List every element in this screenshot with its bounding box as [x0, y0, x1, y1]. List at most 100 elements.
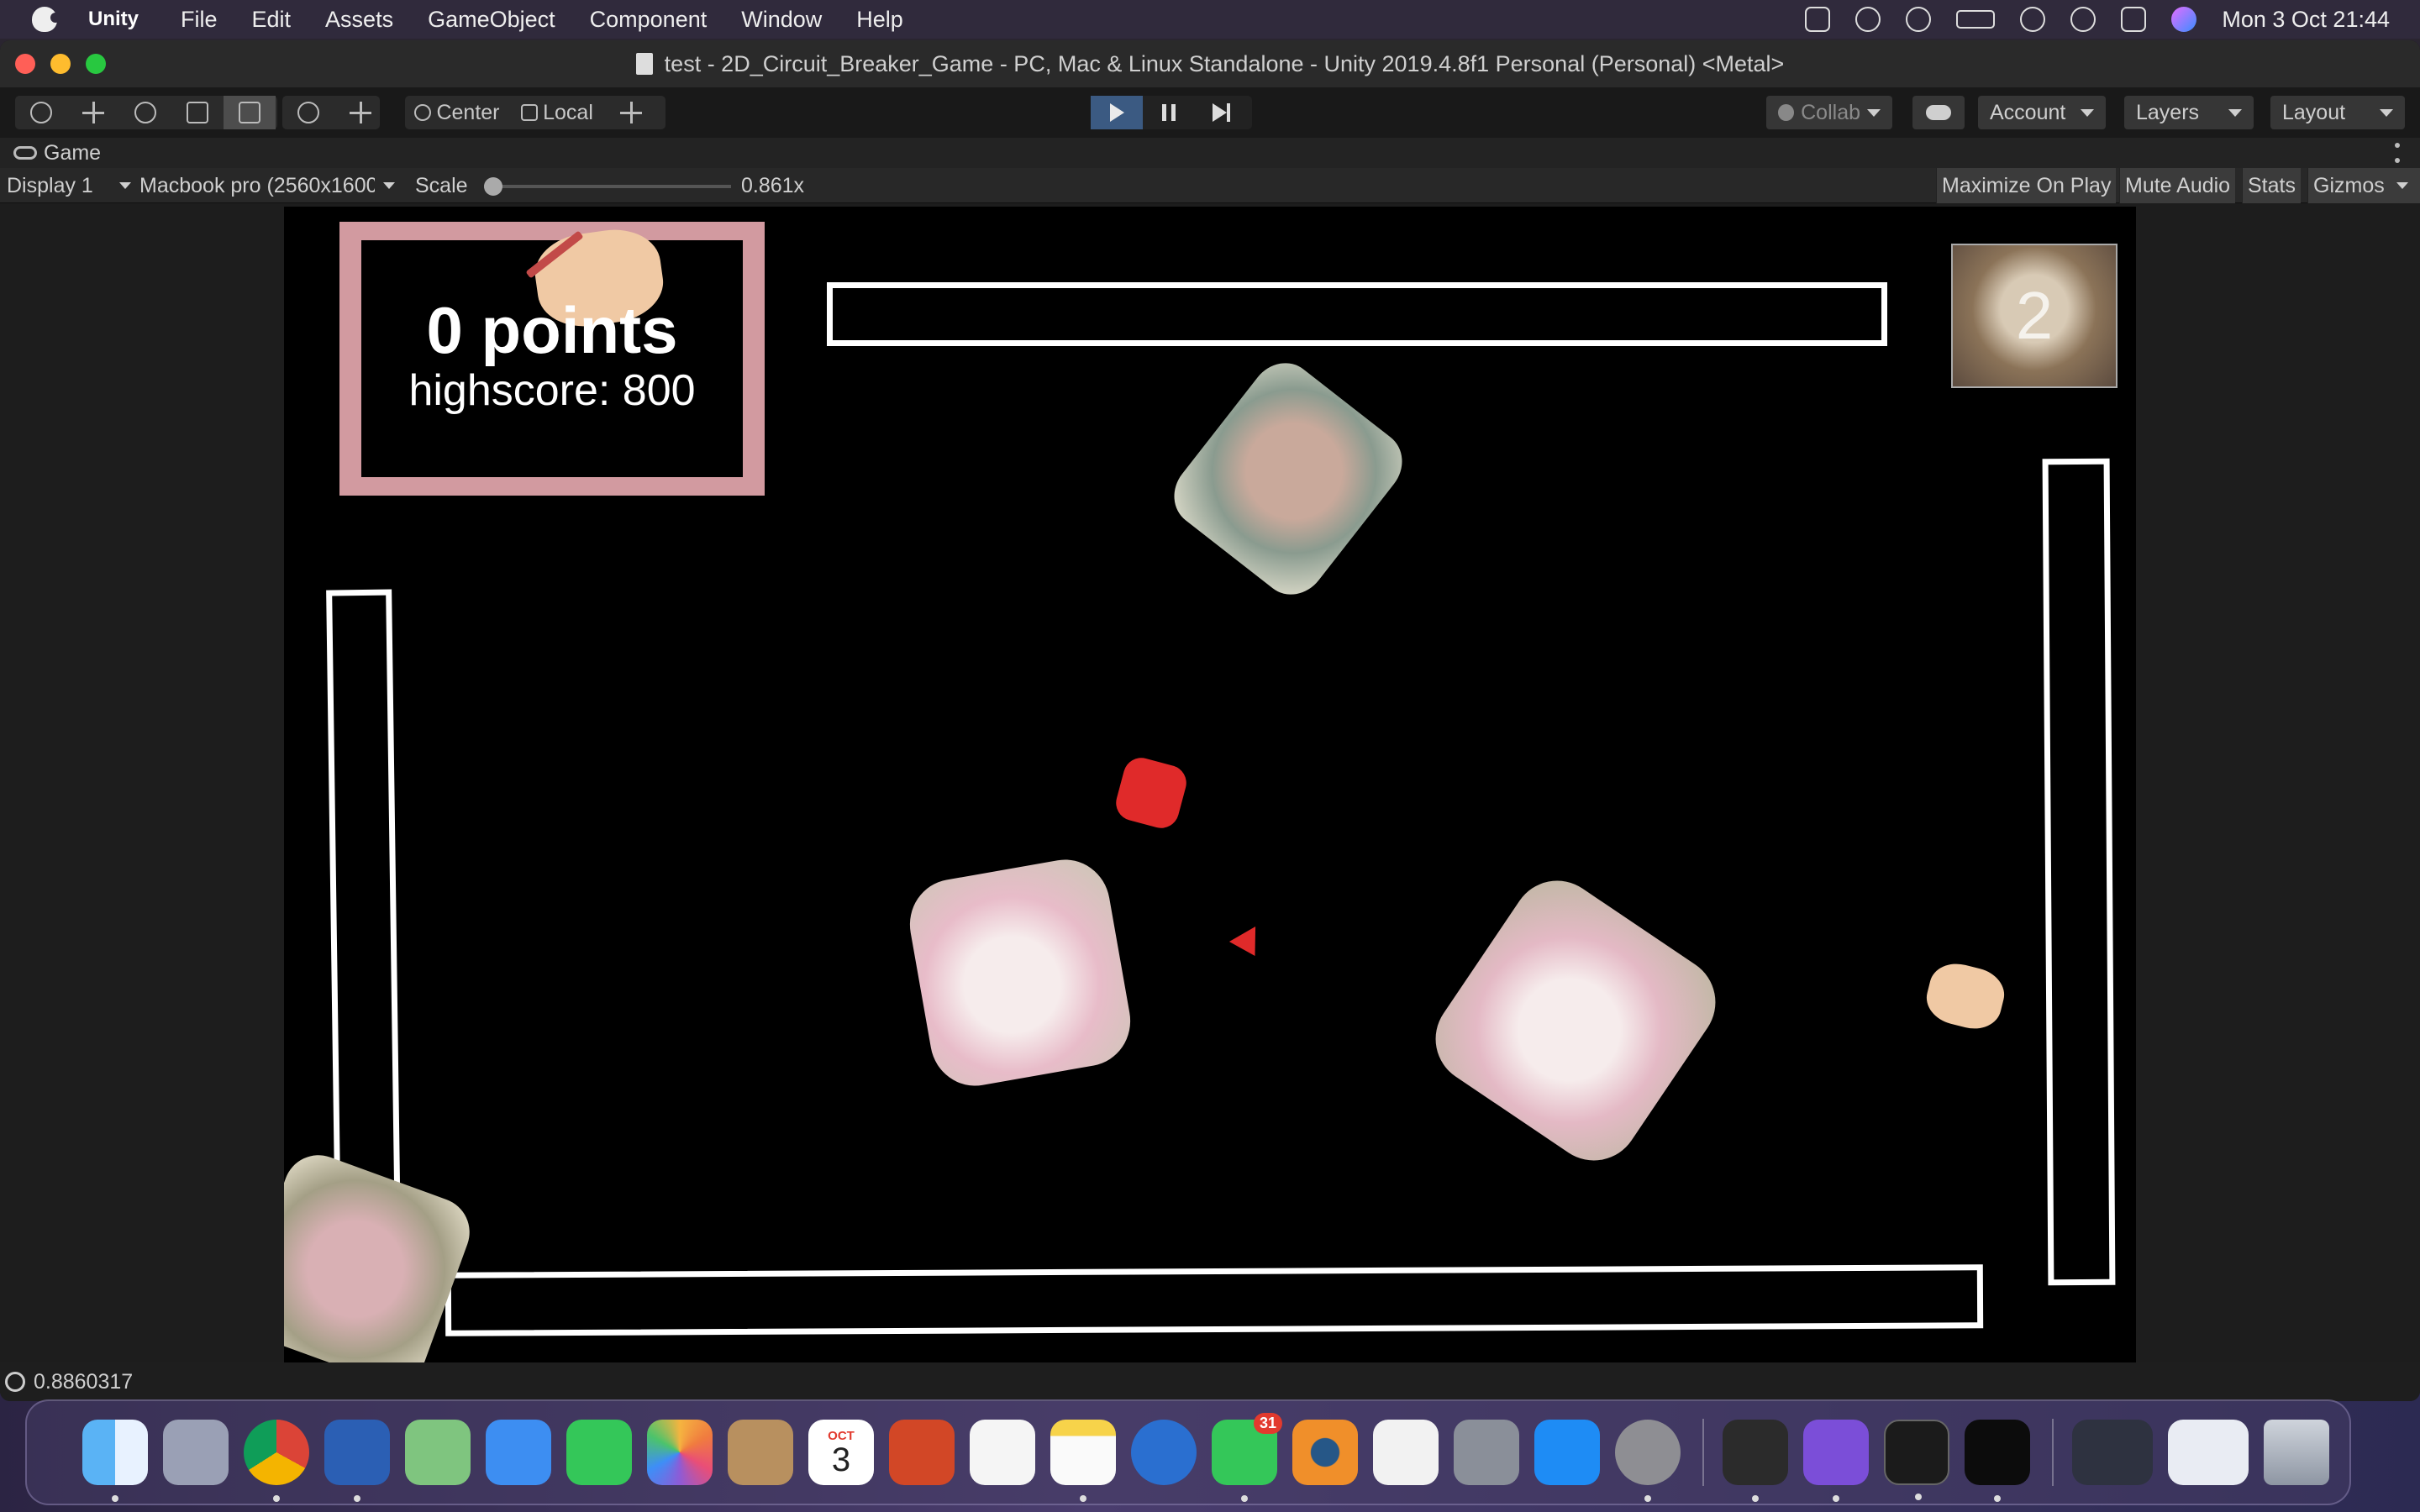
- resolution-dropdown[interactable]: Macbook pro (2560x1600: [139, 168, 398, 203]
- collab-label: Collab: [1801, 100, 1860, 124]
- gizmos-dropdown[interactable]: Gizmos: [2307, 168, 2420, 203]
- grid-snap-button[interactable]: [605, 96, 657, 129]
- control-center-icon[interactable]: [2121, 7, 2147, 32]
- wifi-icon[interactable]: [2020, 7, 2046, 32]
- terminal-icon[interactable]: [1884, 1420, 1949, 1500]
- account-label: Account: [1990, 100, 2066, 124]
- maximize-on-play-toggle[interactable]: Maximize On Play: [1936, 168, 2117, 203]
- recent-window-thumbnail[interactable]: [2072, 1420, 2153, 1485]
- app-store-icon[interactable]: [1534, 1420, 1600, 1485]
- launchpad-icon[interactable]: [163, 1420, 229, 1485]
- photos-icon[interactable]: [647, 1420, 713, 1485]
- trash-icon[interactable]: [2264, 1420, 2329, 1485]
- display-dropdown[interactable]: Display 1: [7, 168, 131, 203]
- powerpoint-icon[interactable]: [889, 1420, 955, 1485]
- layout-dropdown[interactable]: Layout: [2270, 96, 2405, 129]
- zoom-window-button[interactable]: [86, 54, 106, 74]
- account-dropdown[interactable]: Account: [1978, 96, 2106, 129]
- mute-audio-toggle[interactable]: Mute Audio: [2119, 168, 2236, 203]
- gizmos-label: Gizmos: [2313, 173, 2385, 197]
- chrome-icon[interactable]: [244, 1420, 309, 1502]
- chevron-down-icon: [119, 182, 131, 189]
- pivot-center-toggle[interactable]: Center: [405, 96, 509, 129]
- finder-icon[interactable]: [82, 1420, 148, 1502]
- chevron-down-icon: [383, 182, 395, 189]
- menu-clock[interactable]: Mon 3 Oct 21:44: [2222, 7, 2390, 33]
- contacts-icon[interactable]: [728, 1420, 793, 1485]
- menu-file[interactable]: File: [181, 7, 218, 33]
- minimize-window-button[interactable]: [50, 54, 71, 74]
- pivot-icon: [414, 104, 432, 121]
- bluetooth-icon[interactable]: [1906, 7, 1932, 32]
- stats-toggle[interactable]: Stats: [2242, 168, 2301, 203]
- info-icon: [5, 1372, 25, 1392]
- menu-component[interactable]: Component: [590, 7, 708, 33]
- sketchbook-icon[interactable]: [1454, 1420, 1519, 1485]
- notes-icon[interactable]: [1050, 1420, 1116, 1502]
- pause-button[interactable]: [1143, 96, 1195, 129]
- layers-dropdown[interactable]: Layers: [2124, 96, 2254, 129]
- menu-gameobject[interactable]: GameObject: [428, 7, 555, 33]
- unity-icon[interactable]: [1965, 1420, 2030, 1502]
- transform-tools: [15, 96, 277, 129]
- github-desktop-icon[interactable]: [1803, 1420, 1869, 1502]
- cloud-button[interactable]: [1912, 96, 1965, 129]
- scale-slider-knob[interactable]: [484, 177, 502, 196]
- step-icon: [1212, 103, 1230, 122]
- unity-status-icon[interactable]: [1805, 7, 1831, 32]
- step-button[interactable]: [1195, 96, 1247, 129]
- collab-dropdown[interactable]: Collab: [1766, 96, 1892, 129]
- console-status-bar[interactable]: 0.8860317: [0, 1362, 2420, 1401]
- menu-help[interactable]: Help: [856, 7, 903, 33]
- system-preferences-icon[interactable]: [1615, 1420, 1681, 1502]
- more-options-icon[interactable]: [2395, 143, 2400, 163]
- transform-tool-button[interactable]: [282, 96, 334, 129]
- word-icon[interactable]: [324, 1420, 390, 1502]
- highscore-text: highscore: 800: [408, 366, 696, 416]
- custom-tool-button[interactable]: [334, 96, 387, 129]
- menu-assets[interactable]: Assets: [325, 7, 393, 33]
- siri-icon[interactable]: [2171, 7, 2197, 32]
- menu-window[interactable]: Window: [741, 7, 822, 33]
- unity-hub-icon[interactable]: [1723, 1420, 1788, 1502]
- close-window-button[interactable]: [15, 54, 35, 74]
- messages-icon[interactable]: 31: [1212, 1413, 1282, 1502]
- grid-icon: [620, 102, 642, 123]
- enemy-face-sprite: [902, 853, 1138, 1093]
- rotate-tool-button[interactable]: [119, 96, 171, 129]
- numbers-icon[interactable]: [1373, 1420, 1439, 1485]
- dock-separator: [2052, 1419, 2054, 1486]
- blender-icon[interactable]: [1292, 1420, 1358, 1485]
- extra-tools: [282, 96, 380, 129]
- musescore-icon[interactable]: [1131, 1420, 1197, 1485]
- rect-tool-button[interactable]: [224, 96, 276, 129]
- scale-slider[interactable]: [484, 177, 731, 196]
- hand-tool-button[interactable]: [15, 96, 67, 129]
- tab-game[interactable]: Game: [44, 141, 101, 165]
- menu-edit[interactable]: Edit: [252, 7, 292, 33]
- play-button[interactable]: [1091, 96, 1143, 129]
- maps-icon[interactable]: [405, 1420, 471, 1485]
- mail-icon[interactable]: [486, 1420, 551, 1485]
- pivot-local-toggle[interactable]: Local: [509, 96, 605, 129]
- rect-icon: [239, 102, 260, 123]
- lives-count: 2: [2015, 278, 2054, 353]
- gamepad-icon: [13, 146, 37, 160]
- dock: OCT 3 31: [25, 1399, 2351, 1505]
- game-view-toolbar: Display 1 Macbook pro (2560x1600 Scale 0…: [0, 168, 2420, 203]
- game-canvas[interactable]: 0 points highscore: 800 2: [284, 207, 2136, 1362]
- scale-label: Scale: [415, 173, 468, 197]
- reminders-icon[interactable]: [970, 1420, 1035, 1485]
- lives-portrait: 2: [1951, 244, 2118, 388]
- apple-icon[interactable]: [32, 7, 60, 32]
- recent-window-thumbnail[interactable]: [2168, 1420, 2249, 1485]
- pug-sprite: [1921, 958, 2010, 1035]
- facetime-icon[interactable]: [566, 1420, 632, 1485]
- scale-tool-button[interactable]: [171, 96, 224, 129]
- calendar-icon[interactable]: OCT 3: [808, 1420, 874, 1485]
- move-tool-button[interactable]: [67, 96, 119, 129]
- battery-icon[interactable]: [1956, 10, 1996, 29]
- now-playing-icon[interactable]: [1855, 7, 1881, 32]
- points-text: 0 points: [426, 293, 678, 368]
- spotlight-search-icon[interactable]: [2070, 7, 2096, 32]
